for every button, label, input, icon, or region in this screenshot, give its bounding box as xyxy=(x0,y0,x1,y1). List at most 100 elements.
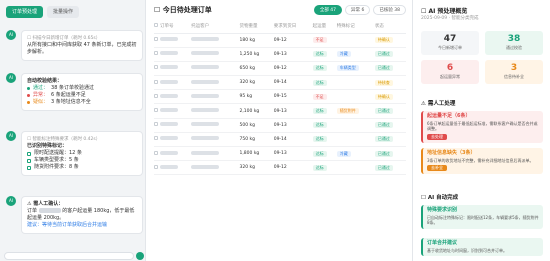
quantity-tag: 达标 xyxy=(312,51,327,58)
table-row[interactable]: 750 kg 09-14 达标 已通过 xyxy=(154,132,406,148)
mark-cell: 冷藏 xyxy=(336,47,375,62)
quantity-tag: 达标 xyxy=(312,122,327,129)
mark-cell xyxy=(336,75,375,91)
page-title: ☐ 今日待处理订单 xyxy=(154,6,212,14)
mark-cell xyxy=(336,160,375,176)
mark-cell xyxy=(336,118,375,133)
chat-input[interactable] xyxy=(4,252,134,260)
checkbox-icon xyxy=(27,165,31,170)
message-title: 自动校验结果： xyxy=(27,78,63,84)
summary-panel: ☐ AI 预处理概览 2025-09-09 · 智能分类完成 47 今日新增订单 … xyxy=(412,0,550,261)
chat-tabs: 订单预处理 批量操作 xyxy=(6,6,80,18)
orders-table: 订单号 托运客户 货物重量 要求到货日 起运量 特殊标记 状态 180 kg 09… xyxy=(154,20,406,176)
status-badge: 已通过 xyxy=(374,108,393,115)
mark-tag: 冷藏 xyxy=(336,150,351,157)
complete-button[interactable]: 去补全 xyxy=(427,165,447,171)
status-badge: 已通过 xyxy=(374,150,393,157)
list-item: 限时配送提醒：12 条 xyxy=(27,150,137,157)
status-cell: 待核查 xyxy=(374,75,406,91)
summary-title: ☐ AI 预处理概览 xyxy=(421,8,468,15)
customer-cell xyxy=(191,146,240,162)
quantity-tag: 达标 xyxy=(312,108,327,115)
chat-message-validation: AI 自动校验结果： 通过： 38 条订单校验通过 异常： 6 条起运量不足 疑似：… xyxy=(6,73,143,111)
status-badge: 已通过 xyxy=(374,122,393,129)
quantity-tag: 达标 xyxy=(312,150,327,157)
date-cell: 09-13 xyxy=(273,103,313,119)
table-row[interactable]: 2,100 kg 09-13 达标 随货附件 已通过 xyxy=(154,103,406,119)
filter-verified[interactable]: 已核验 38 xyxy=(373,5,406,15)
status-cell: 已通过 xyxy=(374,103,406,119)
handle-button[interactable]: 去处理 xyxy=(427,133,447,140)
table-row[interactable]: 1,250 kg 09-13 达标 冷藏 已通过 xyxy=(154,47,406,62)
order-no-cell xyxy=(160,160,192,176)
mark-cell xyxy=(336,132,375,148)
checkbox-icon xyxy=(27,151,31,156)
customer-cell xyxy=(191,118,240,133)
table-row[interactable]: 500 kg 09-13 达标 已通过 xyxy=(154,118,406,133)
date-cell: 09-13 xyxy=(273,118,313,133)
mark-cell: 随货附件 xyxy=(336,103,375,119)
order-no-cell xyxy=(160,146,192,162)
send-button[interactable] xyxy=(136,252,144,260)
weight-cell: 95 kg xyxy=(239,89,274,105)
date-cell: 09-15 xyxy=(273,89,313,105)
customer-cell xyxy=(191,33,240,48)
message-time: ☐ 扫描今日新增订单（耗时 0.65s） xyxy=(27,36,101,41)
card-weight-insufficient[interactable]: 起运量不足（6条） 6条订单起运量低于最低起运标准，需联系客户确认是否合并或调整… xyxy=(421,111,543,143)
mark-cell: 车辆类型 xyxy=(336,61,375,77)
weight-cell: 320 kg xyxy=(239,160,274,176)
list-item: 异常： 6 条起运量不足 xyxy=(27,92,137,99)
weight-cell: 320 kg xyxy=(239,75,274,91)
chat-panel: 订单预处理 批量操作 AI ☐ 扫描今日新增订单（耗时 0.65s） 从所有接口… xyxy=(0,0,146,261)
date-cell: 09-12 xyxy=(273,160,313,176)
filter-exception[interactable]: 异常 6 xyxy=(345,5,371,15)
filter-tabs: 全部 47 异常 6 已核验 38 xyxy=(313,5,406,15)
message-text: 订单 的客户起运量 180kg，低于最低起运量 200kg。 xyxy=(27,208,135,221)
message-bubble: ☐ 扫描今日新增订单（耗时 0.65s） 从所有接口和中间库获取 47 条新订单… xyxy=(21,30,143,61)
date-cell: 09-14 xyxy=(273,75,313,91)
mark-tag: 冷藏 xyxy=(336,51,351,58)
order-no-cell xyxy=(160,47,192,62)
table-row[interactable]: 1,800 kg 09-13 达标 冷藏 已通过 xyxy=(154,146,406,162)
summary-subtitle: 2025-09-09 · 智能分类完成 xyxy=(421,16,479,21)
status-badge: 已通过 xyxy=(374,65,393,72)
table-row[interactable]: 180 kg 09-12 不足 待确认 xyxy=(154,33,406,48)
chat-message-special: AI ☐ 智能标注特殊要求（耗时 0.42s） 已识别特殊标记： 限时配送提醒：… xyxy=(6,131,143,176)
status-cell: 已通过 xyxy=(374,47,406,62)
suggestion-link[interactable]: 建议：等待当前订单获取后合并运输 xyxy=(27,222,137,229)
quantity-cell: 达标 xyxy=(312,75,337,91)
quantity-tag: 不足 xyxy=(312,37,327,44)
list-item: 通过： 38 条订单校验通过 xyxy=(27,85,137,92)
status-cell: 已通过 xyxy=(374,118,406,133)
status-cell: 已通过 xyxy=(374,146,406,162)
table-row[interactable]: 320 kg 09-12 达标 已通过 xyxy=(154,160,406,176)
table-row[interactable]: 95 kg 09-15 不足 待确认 xyxy=(154,89,406,105)
status-badge: 已通过 xyxy=(374,136,393,143)
card-address-missing[interactable]: 地址信息缺失（3条） 3条订单的收货地址不完整，需补充详细地址信息后再派单。 去… xyxy=(421,148,543,174)
date-cell: 09-13 xyxy=(273,47,313,62)
weight-cell: 1,250 kg xyxy=(239,47,274,62)
table-row[interactable]: 650 kg 09-12 达标 车辆类型 已通过 xyxy=(154,61,406,77)
weight-cell: 1,800 kg xyxy=(239,146,274,162)
status-cell: 已通过 xyxy=(374,132,406,148)
quantity-cell: 达标 xyxy=(312,132,337,148)
status-badge: 已通过 xyxy=(374,164,393,171)
status-cell: 待确认 xyxy=(374,33,406,48)
mark-tag: 车辆类型 xyxy=(336,65,359,72)
stat-passed: 38 通过校验 xyxy=(485,31,543,55)
section-ai-done: ☐ AI 自动完成 xyxy=(421,195,459,201)
ai-avatar: AI xyxy=(6,196,16,206)
filter-all[interactable]: 全部 47 xyxy=(313,5,343,15)
list-item: 随货附件要求：8 条 xyxy=(27,164,137,171)
quantity-tag: 达标 xyxy=(312,164,327,171)
date-cell: 09-12 xyxy=(273,61,313,77)
status-badge: 已通过 xyxy=(374,51,393,58)
tab-batch-operations[interactable]: 批量操作 xyxy=(47,6,80,18)
date-cell: 09-12 xyxy=(273,33,313,48)
quantity-cell: 达标 xyxy=(312,146,337,162)
table-row[interactable]: 320 kg 09-14 达标 待核查 xyxy=(154,75,406,91)
tab-order-preprocess[interactable]: 订单预处理 xyxy=(6,6,44,18)
redacted-order-id xyxy=(38,208,61,213)
mark-tag: 随货附件 xyxy=(336,108,359,115)
message-bubble: ☐ 智能标注特殊要求（耗时 0.42s） 已识别特殊标记： 限时配送提醒：12 … xyxy=(21,131,143,176)
